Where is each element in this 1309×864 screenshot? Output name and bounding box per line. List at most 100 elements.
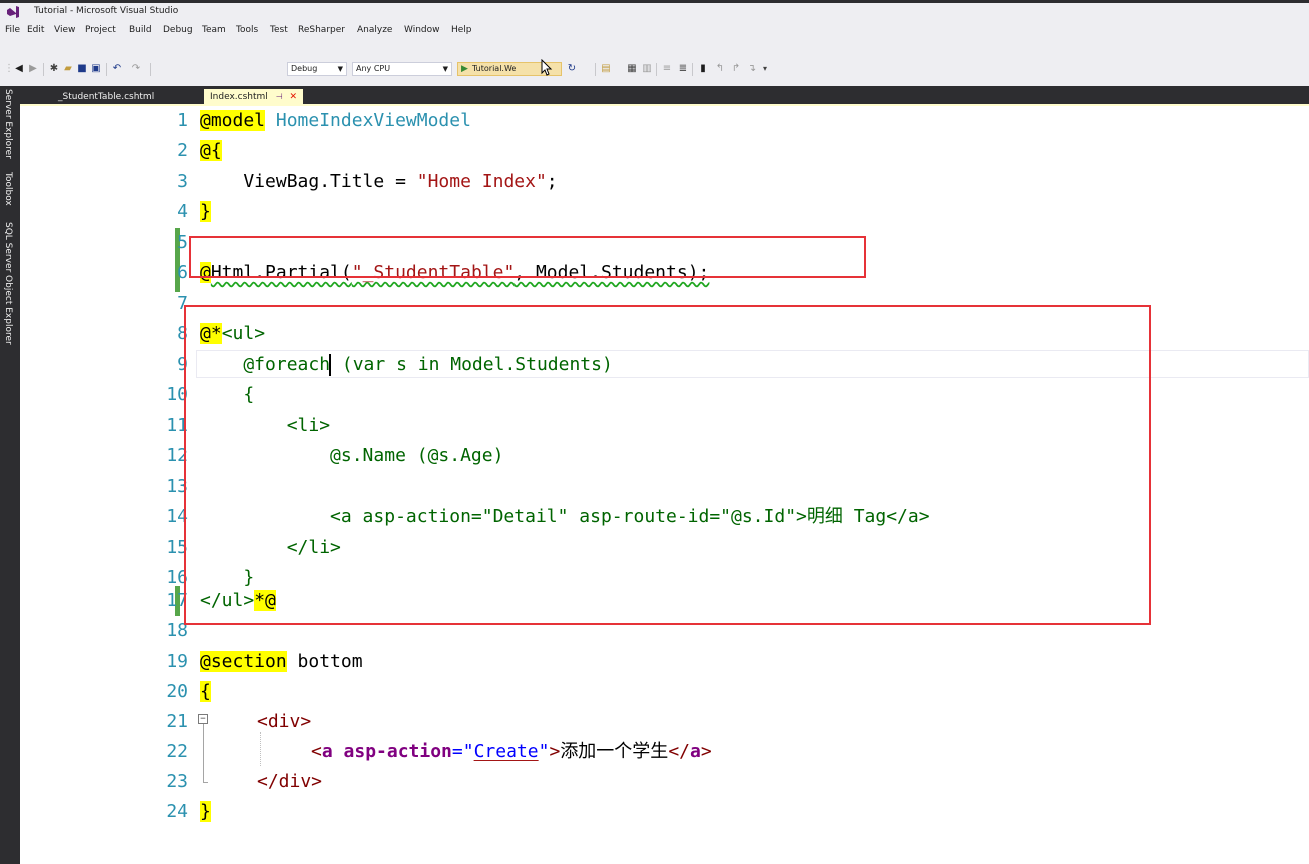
- menu-tools[interactable]: Tools: [236, 25, 258, 35]
- refresh-icon[interactable]: ↻: [566, 63, 578, 75]
- line-number: 7: [177, 293, 188, 314]
- model-type: HomeIndexViewModel: [275, 110, 471, 131]
- section-name: bottom: [286, 651, 363, 672]
- menu-build[interactable]: Build: [129, 25, 152, 35]
- menu-team[interactable]: Team: [202, 25, 226, 35]
- line-number: 23: [166, 771, 188, 792]
- back-icon[interactable]: ◀: [13, 63, 25, 75]
- razor-section-directive: @section: [200, 651, 287, 672]
- visual-studio-window: Tutorial - Microsoft Visual Studio File …: [0, 0, 1309, 864]
- menu-resharper[interactable]: ReSharper: [298, 25, 345, 35]
- find-in-files-icon[interactable]: ▦: [626, 63, 638, 75]
- tab-student-table[interactable]: _StudentTable.cshtml: [52, 89, 160, 105]
- save-icon[interactable]: ■: [76, 63, 88, 75]
- menu-window[interactable]: Window: [404, 25, 440, 35]
- code-line-2: @{: [200, 136, 222, 166]
- line-number: 14: [166, 506, 188, 527]
- line-number: 21: [166, 711, 188, 732]
- razor-block-open: @{: [200, 140, 222, 161]
- annotation-box-partial-call: [189, 236, 866, 278]
- code-line-1: @model HomeIndexViewModel: [200, 106, 471, 136]
- toolbar-separator: [656, 63, 657, 76]
- redo-icon[interactable]: ↷: [130, 63, 142, 75]
- step-over-icon[interactable]: ▥: [641, 63, 653, 75]
- line-number: 24: [166, 801, 188, 822]
- comment-out-icon[interactable]: ≡: [661, 63, 673, 75]
- link-text: 添加一个学生: [560, 741, 669, 762]
- div-close-tag: </div>: [257, 771, 323, 792]
- code-line-19: @section bottom: [200, 647, 363, 677]
- open-file-icon[interactable]: ▰: [62, 63, 74, 75]
- side-tab-toolbox[interactable]: Toolbox: [3, 172, 13, 206]
- anchor-tag-helper: a: [321, 741, 333, 762]
- pin-icon[interactable]: ⊣: [276, 92, 283, 101]
- menu-analyze[interactable]: Analyze: [357, 25, 392, 35]
- side-tab-sql-server-object-explorer[interactable]: SQL Server Object Explorer: [3, 222, 13, 345]
- browser-link-icon[interactable]: ▤: [600, 63, 612, 75]
- outlining-guide-end: [203, 782, 208, 783]
- clear-bookmarks-icon[interactable]: ↴: [746, 63, 758, 75]
- uncomment-icon[interactable]: ≣: [677, 63, 689, 75]
- line-number: 22: [166, 741, 188, 762]
- line-number: 5: [177, 232, 188, 253]
- solution-configuration-select[interactable]: Debug ▼: [287, 62, 347, 76]
- next-bookmark-icon[interactable]: ↱: [730, 63, 742, 75]
- previous-bookmark-icon[interactable]: ↰: [714, 63, 726, 75]
- line-number: 13: [166, 476, 188, 497]
- solution-platform-select[interactable]: Any CPU ▼: [352, 62, 452, 76]
- toolbar-separator: [150, 63, 151, 76]
- menu-test[interactable]: Test: [270, 25, 288, 35]
- code-line-22: <a asp-action="Create">添加一个学生</a>: [311, 737, 712, 767]
- code-line-24: }: [200, 797, 211, 827]
- new-project-icon[interactable]: ✱: [48, 63, 60, 75]
- line-number: 8: [177, 323, 188, 344]
- window-title: Tutorial - Microsoft Visual Studio: [34, 6, 179, 16]
- menu-edit[interactable]: Edit: [27, 25, 44, 35]
- line-number: 6: [177, 262, 188, 283]
- collapse-region-icon[interactable]: −: [198, 714, 208, 724]
- tag-bracket: </: [668, 741, 690, 762]
- toolbar-separator: [595, 63, 596, 76]
- toolbar-separator: [692, 63, 693, 76]
- code-editor[interactable]: 1 2 3 4 5 6 7 8 9 10 11 12 13 14 15 16 1…: [20, 106, 1309, 864]
- menu-view[interactable]: View: [54, 25, 75, 35]
- div-open-tag: <div>: [257, 711, 312, 732]
- title-bar: Tutorial - Microsoft Visual Studio: [0, 0, 1309, 22]
- line-number: 15: [166, 537, 188, 558]
- anchor-close-tag: a: [690, 741, 701, 762]
- undo-icon[interactable]: ↶: [111, 63, 123, 75]
- line-number: 4: [177, 201, 188, 222]
- indent-guide: [260, 732, 262, 766]
- line-number: 12: [166, 445, 188, 466]
- line-number: 19: [166, 651, 188, 672]
- outlining-guide: [203, 724, 204, 782]
- line-number: 3: [177, 171, 188, 192]
- tab-label: Index.cshtml: [210, 92, 268, 102]
- menu-debug[interactable]: Debug: [163, 25, 193, 35]
- save-all-icon[interactable]: ▣: [90, 63, 102, 75]
- bookmark-icon[interactable]: ▮: [697, 63, 709, 75]
- code-line-4: }: [200, 197, 211, 227]
- title-string: "Home Index": [416, 171, 547, 192]
- razor-block-close: }: [200, 801, 211, 822]
- toolbar-overflow-icon[interactable]: ▾: [760, 63, 770, 75]
- razor-model-directive: @model: [200, 110, 266, 131]
- quote: ": [538, 741, 550, 762]
- tag-bracket: >: [549, 741, 561, 762]
- toolbar-separator: [106, 63, 107, 76]
- tab-index[interactable]: Index.cshtml ⊣ ✕: [204, 89, 304, 105]
- line-number: 18: [166, 620, 188, 641]
- close-icon[interactable]: ✕: [290, 92, 298, 102]
- tool-window-strip: Server Explorer Toolbox SQL Server Objec…: [0, 86, 20, 864]
- menu-file[interactable]: File: [5, 25, 20, 35]
- line-number: 10: [166, 384, 188, 405]
- document-tab-well: _StudentTable.cshtml Index.cshtml ⊣ ✕: [20, 86, 1309, 105]
- tab-label: _StudentTable.cshtml: [58, 92, 155, 102]
- menu-help[interactable]: Help: [451, 25, 472, 35]
- side-tab-server-explorer[interactable]: Server Explorer: [3, 89, 13, 159]
- annotation-box-commented-block: [184, 305, 1151, 625]
- line-number: 17: [166, 590, 188, 611]
- forward-icon[interactable]: ▶: [27, 63, 39, 75]
- menu-project[interactable]: Project: [85, 25, 116, 35]
- code-line-23: </div>: [257, 767, 322, 797]
